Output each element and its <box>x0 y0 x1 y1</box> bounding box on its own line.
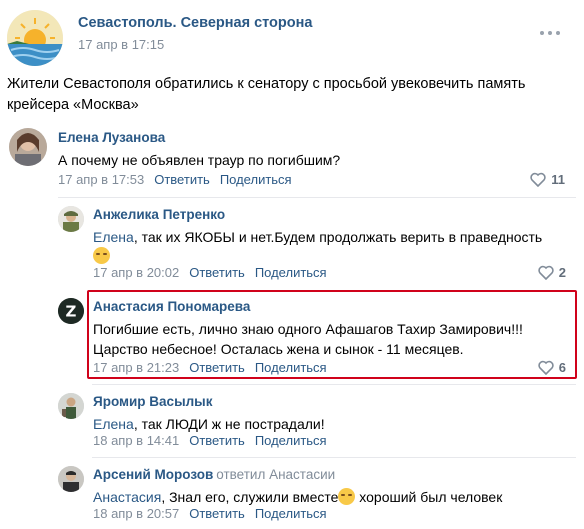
like-button[interactable]: 11 <box>530 172 565 188</box>
comment-text: А почему не объявлен траур по погибшим? <box>58 152 341 168</box>
share-button[interactable]: Поделиться <box>255 265 327 280</box>
comment: Арсений Морозов ответил Анастасии Анастас… <box>58 465 576 525</box>
comment-date[interactable]: 18 апр в 14:41 <box>93 433 179 448</box>
group-name[interactable]: Севастополь. Северная сторона <box>78 15 312 31</box>
comment-author[interactable]: Елена Лузанова <box>58 130 165 145</box>
comment-meta: 17 апр в 20:02 Ответить Поделиться <box>93 265 327 280</box>
heart-icon <box>530 172 546 188</box>
like-count: 11 <box>551 172 565 187</box>
emoji-line <box>93 246 110 266</box>
avatar[interactable]: Z <box>58 298 84 324</box>
pensive-emoji-icon <box>93 247 110 264</box>
divider <box>58 197 576 198</box>
group-avatar[interactable] <box>7 10 63 66</box>
mention-link[interactable]: Елена <box>93 416 134 432</box>
more-options-icon[interactable] <box>540 22 560 42</box>
post-text: Жители Севастополя обратились к сенатору… <box>7 76 526 113</box>
comment-author[interactable]: Анжелика Петренко <box>93 207 225 222</box>
avatar[interactable] <box>9 128 47 166</box>
mention-link[interactable]: Анастасия <box>93 489 161 505</box>
post-header: Севастополь. Северная сторона 17 апр в 1… <box>0 0 584 70</box>
divider <box>92 384 576 385</box>
like-count: 2 <box>558 265 566 280</box>
reply-button[interactable]: Ответить <box>189 433 245 448</box>
highlight-box <box>87 290 577 379</box>
heart-icon <box>538 265 554 281</box>
comment-meta: 18 апр в 14:41 Ответить Поделиться <box>93 433 327 448</box>
pensive-emoji-icon <box>338 488 356 505</box>
share-button[interactable]: Поделиться <box>255 506 327 521</box>
reply-button[interactable]: Ответить <box>154 172 210 187</box>
comment-meta: 18 апр в 20:57 Ответить Поделиться <box>93 506 327 521</box>
avatar[interactable] <box>58 206 84 232</box>
avatar[interactable] <box>58 466 84 492</box>
like-button[interactable]: 2 <box>538 265 566 281</box>
reply-button[interactable]: Ответить <box>189 506 245 521</box>
comment-date[interactable]: 18 апр в 20:57 <box>93 506 179 521</box>
comment-author[interactable]: Арсений Морозов ответил Анастасии <box>93 467 335 482</box>
comment: Яромир Васылык Елена, так ЛЮДИ ж не пост… <box>58 392 576 452</box>
comment-date[interactable]: 17 апр в 20:02 <box>93 265 179 280</box>
replied-to: ответил Анастасии <box>216 467 336 482</box>
comment-author[interactable]: Яромир Васылык <box>93 394 212 409</box>
reply-button[interactable]: Ответить <box>189 265 245 280</box>
mention-link[interactable]: Елена <box>93 229 134 245</box>
post-date[interactable]: 17 апр в 17:15 <box>78 37 164 52</box>
comment-text: Елена, так ЛЮДИ ж не пострадали! <box>93 416 325 432</box>
comment-text: Елена, так их ЯКОБЫ и нет.Будем продолжа… <box>93 229 543 245</box>
comment-date[interactable]: 17 апр в 17:53 <box>58 172 144 187</box>
share-button[interactable]: Поделиться <box>220 172 292 187</box>
comment: Анжелика Петренко Елена, так их ЯКОБЫ и … <box>58 205 576 285</box>
comment: Елена Лузанова А почему не объявлен трау… <box>9 128 575 190</box>
avatar[interactable] <box>58 393 84 419</box>
svg-text:Z: Z <box>66 303 77 321</box>
divider <box>92 457 576 458</box>
comment-text: Анастасия, Знал его, служили вместе хоро… <box>93 488 503 505</box>
share-button[interactable]: Поделиться <box>255 433 327 448</box>
comment-meta: 17 апр в 17:53 Ответить Поделиться <box>58 172 292 187</box>
